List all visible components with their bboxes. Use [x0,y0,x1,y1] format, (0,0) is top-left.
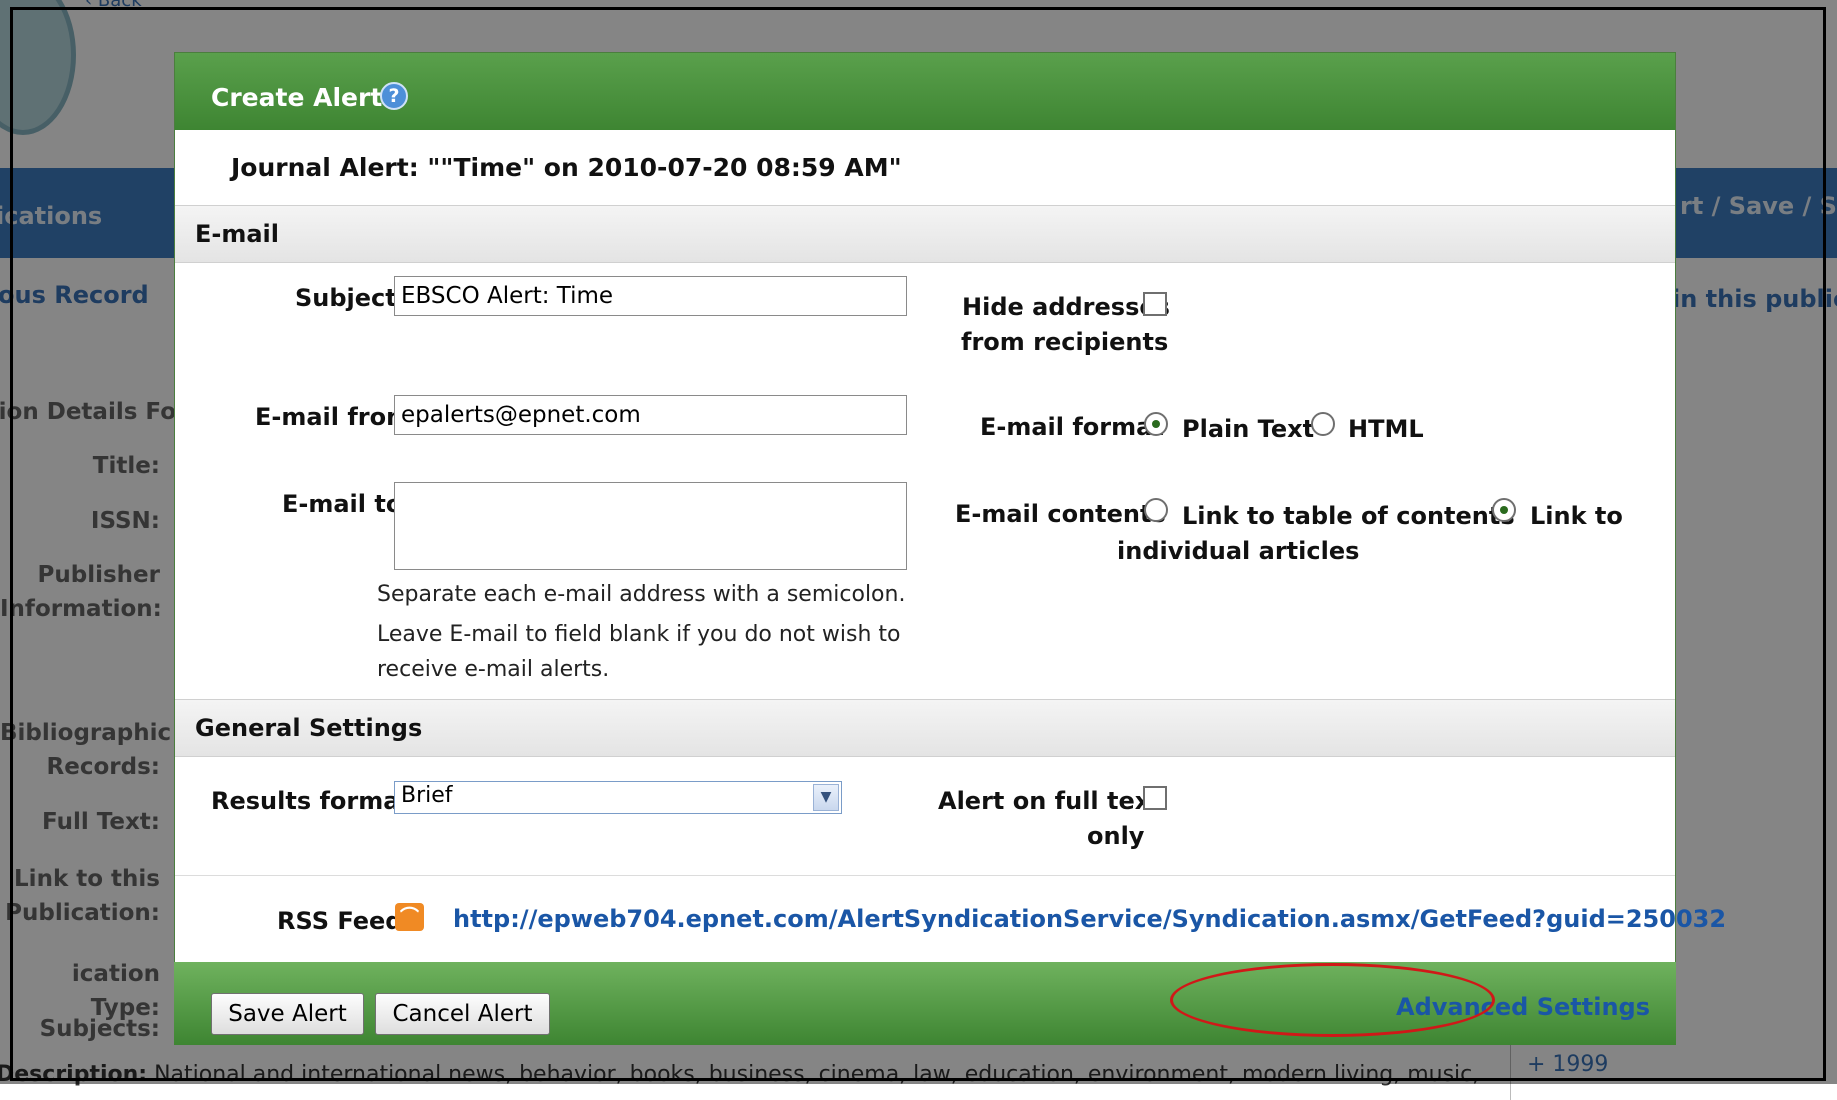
format-html-label[interactable]: HTML [1348,415,1424,443]
email-from-label: E-mail from [255,403,412,431]
cancel-alert-button[interactable]: Cancel Alert [375,993,550,1035]
email-separator-note: Separate each e-mail address with a semi… [377,582,906,607]
contents-articles-radio[interactable] [1492,498,1516,522]
email-section-header: E-mail [175,205,1675,263]
email-format-label: E-mail format [980,413,1164,441]
contents-toc-radio[interactable] [1144,498,1168,522]
rss-icon[interactable]: ⌒ [395,903,424,931]
results-format-label: Results format [211,787,411,815]
dialog-header: Create Alert ? [175,53,1675,130]
email-blank-note: Leave E-mail to field blank if you do no… [377,622,901,682]
general-section-header: General Settings [175,699,1675,757]
general-section-title: General Settings [195,714,423,742]
email-contents-label: E-mail contents [955,500,1166,528]
contents-articles-label-2[interactable]: individual articles [1117,537,1359,565]
dialog-title: Create Alert [211,83,383,112]
contents-articles-label[interactable]: Link to [1530,502,1623,530]
chevron-down-icon[interactable]: ▼ [813,784,839,811]
format-plain-label[interactable]: Plain Text [1182,415,1314,443]
rss-feed-link[interactable]: http://epweb704.epnet.com/AlertSyndicati… [453,905,1726,933]
email-to-label: E-mail to [282,490,403,518]
results-format-select[interactable]: Brief ▼ [394,781,842,814]
help-icon[interactable]: ? [380,82,408,110]
create-alert-dialog: Create Alert ? Journal Alert: ""Time" on… [174,52,1726,1045]
results-format-value: Brief [401,783,453,808]
hide-addresses-label: Hide addresses [962,293,1170,321]
fulltext-checkbox[interactable] [1143,786,1167,810]
save-alert-button[interactable]: Save Alert [211,993,364,1035]
contents-toc-label[interactable]: Link to table of contents [1182,502,1515,530]
fulltext-label: Alert on full text [938,787,1162,815]
hide-addresses-label-2: from recipients [961,328,1169,356]
rss-divider [175,875,1675,876]
format-plain-radio[interactable] [1144,412,1168,436]
format-html-radio[interactable] [1311,412,1335,436]
email-from-input[interactable] [394,395,907,435]
fulltext-label-2: only [1087,822,1145,850]
highlight-annotation [1170,963,1495,1037]
subject-input[interactable] [394,276,907,316]
hide-addresses-checkbox[interactable] [1143,292,1167,316]
rss-label: RSS Feed [277,907,403,935]
subject-label: Subject [295,284,397,312]
email-section-title: E-mail [195,220,280,248]
email-to-input[interactable] [394,482,907,570]
alert-name: Journal Alert: ""Time" on 2010-07-20 08:… [231,153,902,182]
